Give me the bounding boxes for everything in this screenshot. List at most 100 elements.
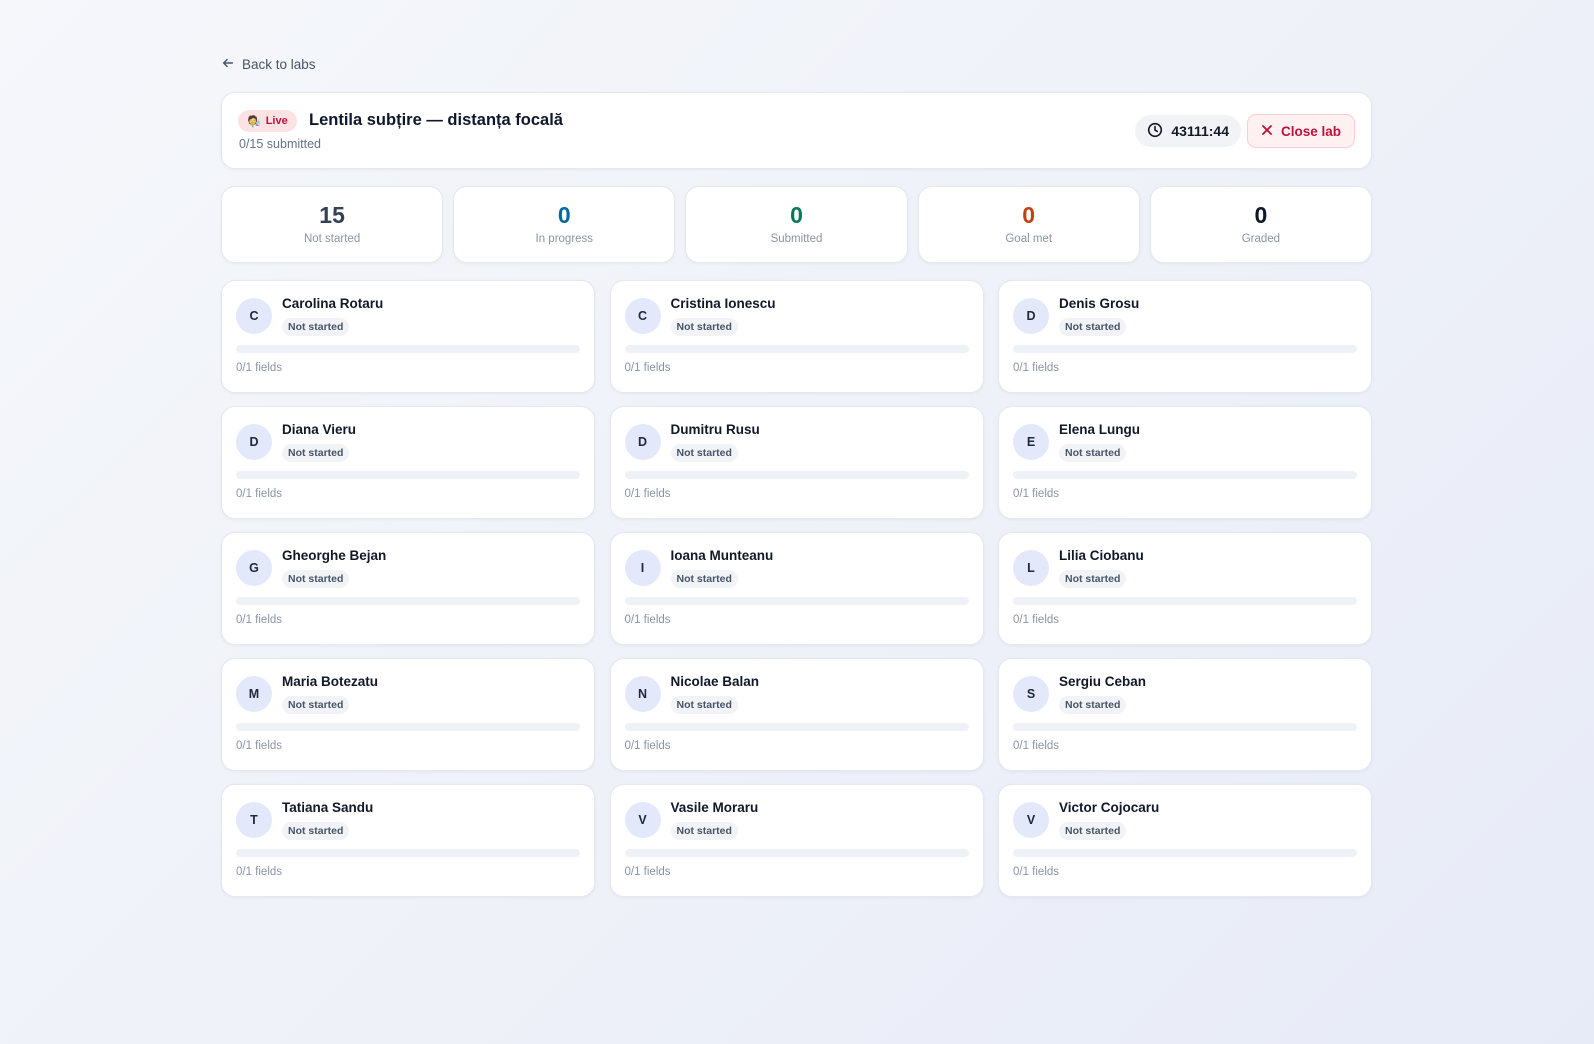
student-card[interactable]: D Denis Grosu Not started 0/1 fields [998,280,1372,393]
fields-count: 0/1 fields [236,866,283,878]
student-name: Nicolae Balan [670,674,760,689]
student-card[interactable]: I Ioana Munteanu Not started 0/1 fields [609,532,984,645]
student-name: Denis Grosu [1059,296,1140,311]
student-name: Cristina Ionescu [670,296,776,311]
stat-card-submitted: 0 Submitted [685,186,908,263]
fields-count: 0/1 fields [1013,488,1060,500]
student-name: Gheorghe Bejan [282,548,387,563]
student-card[interactable]: V Vasile Moraru Not started 0/1 fields [609,784,984,897]
progress-bar [1013,471,1357,479]
student-card[interactable]: V Victor Cojocaru Not started 0/1 fields [998,784,1372,897]
stat-value: 0 [1254,202,1268,228]
stats-row: 15 Not started 0 In progress 0 Submitted 0 Goal… [221,186,1372,263]
lab-header: 🧑‍🔬 Live Lentila subțire — distanța foca… [221,92,1372,169]
progress-bar [236,597,580,605]
student-card[interactable]: C Cristina Ionescu Not started 0/1 fields [609,280,984,393]
avatar: S [1013,676,1049,712]
progress-bar [236,471,580,479]
student-name: Tatiana Sandu [282,800,374,815]
stat-card-graded: 0 Graded [1149,186,1372,263]
clock-icon [1147,122,1163,141]
stat-label: Graded [1241,233,1281,245]
avatar: E [1013,424,1049,460]
fields-count: 0/1 fields [624,614,671,626]
avatar: V [1013,802,1049,838]
stat-value: 0 [1022,202,1036,228]
student-name: Diana Vieru [282,422,357,437]
student-card[interactable]: E Elena Lungu Not started 0/1 fields [998,406,1372,519]
stat-value: 15 [319,202,345,228]
fields-count: 0/1 fields [624,362,671,374]
stat-label: Goal met [1005,233,1053,245]
scientist-icon: 🧑‍🔬 [247,115,261,128]
fields-count: 0/1 fields [236,614,283,626]
fields-count: 0/1 fields [236,740,283,752]
status-badge: Not started [670,696,738,714]
stat-value: 0 [790,202,803,228]
stat-label: Not started [303,233,361,245]
avatar: C [624,298,661,334]
status-badge: Not started [670,444,738,462]
student-card[interactable]: M Maria Botezatu Not started 0/1 fields [221,658,595,771]
fields-count: 0/1 fields [1013,362,1060,374]
stat-label: Submitted [770,233,823,245]
avatar: D [236,424,272,460]
fields-count: 0/1 fields [1013,614,1060,626]
timer: 43111:44 [1135,115,1241,147]
student-grid: C Carolina Rotaru Not started 0/1 fields C Cr… [221,280,1372,897]
student-card[interactable]: T Tatiana Sandu Not started 0/1 fields [221,784,595,897]
student-card[interactable]: G Gheorghe Bejan Not started 0/1 fields [221,532,595,645]
status-badge: Not started [1059,570,1127,588]
student-name: Carolina Rotaru [282,296,384,311]
status-badge: Not started [1059,696,1127,714]
fields-count: 0/1 fields [236,488,283,500]
status-badge: Not started [670,822,738,840]
student-card[interactable]: S Sergiu Ceban Not started 0/1 fields [998,658,1372,771]
fields-count: 0/1 fields [236,362,283,374]
progress-bar [1013,849,1357,857]
fields-count: 0/1 fields [1013,866,1060,878]
progress-bar [236,723,580,731]
student-card[interactable]: D Dumitru Rusu Not started 0/1 fields [609,406,984,519]
progress-bar [236,345,580,353]
live-badge: 🧑‍🔬 Live [238,110,297,132]
student-card[interactable]: N Nicolae Balan Not started 0/1 fields [609,658,984,771]
student-name: Dumitru Rusu [670,422,760,437]
arrow-left-icon [221,56,235,73]
progress-bar [624,345,969,353]
fields-count: 0/1 fields [624,866,671,878]
student-card[interactable]: D Diana Vieru Not started 0/1 fields [221,406,595,519]
back-to-labs-label: Back to labs [242,57,316,72]
stat-label: In progress [535,233,594,245]
avatar: I [624,550,661,586]
student-card[interactable]: C Carolina Rotaru Not started 0/1 fields [221,280,595,393]
student-card[interactable]: L Lilia Ciobanu Not started 0/1 fields [998,532,1372,645]
student-name: Ioana Munteanu [670,548,774,563]
avatar: L [1013,550,1049,586]
avatar: C [236,298,272,334]
progress-bar [624,849,969,857]
progress-bar [1013,723,1357,731]
status-badge: Not started [1059,318,1127,336]
stat-card-goal-met: 0 Goal met [917,186,1140,263]
status-badge: Not started [670,570,738,588]
avatar: D [624,424,661,460]
status-badge: Not started [282,696,350,714]
student-name: Lilia Ciobanu [1059,548,1144,563]
progress-bar [236,849,580,857]
status-badge: Not started [282,570,350,588]
status-badge: Not started [1059,822,1127,840]
progress-bar [624,597,969,605]
close-lab-button[interactable]: Close lab [1246,114,1355,148]
progress-bar [624,723,969,731]
avatar: N [624,676,661,712]
back-to-labs-link[interactable]: Back to labs [221,56,316,73]
fields-count: 0/1 fields [1013,740,1060,752]
fields-count: 0/1 fields [624,488,671,500]
student-name: Victor Cojocaru [1059,800,1160,815]
status-badge: Not started [1059,444,1127,462]
status-badge: Not started [670,318,738,336]
progress-bar [624,471,969,479]
student-name: Sergiu Ceban [1059,674,1147,689]
avatar: M [236,676,272,712]
